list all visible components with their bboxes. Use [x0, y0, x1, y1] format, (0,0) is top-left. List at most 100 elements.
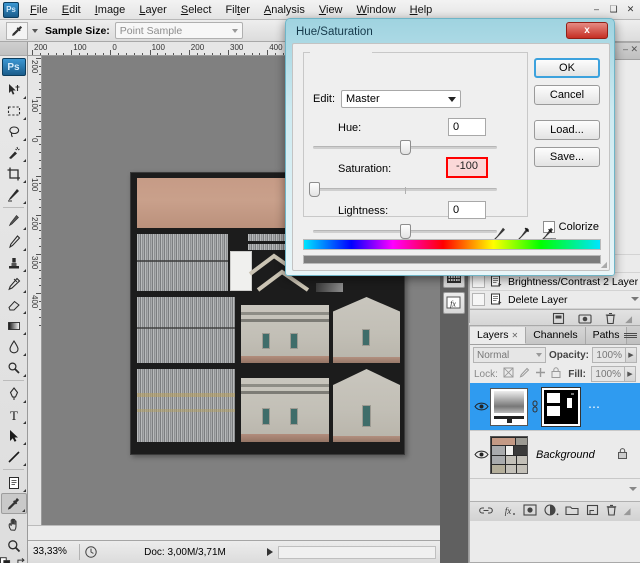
hand-tool[interactable] — [1, 514, 27, 535]
history-scroll-down-icon[interactable] — [631, 297, 639, 301]
tool-preset-arrow-icon[interactable] — [32, 29, 38, 33]
dialog-resize-grip[interactable]: ◢ — [601, 260, 607, 269]
lock-all-icon[interactable] — [551, 367, 561, 381]
menu-window[interactable]: Window — [350, 2, 403, 18]
saturation-value-field[interactable]: -100 — [446, 157, 488, 178]
actions-panel-icon[interactable]: fx — [443, 292, 465, 314]
layer-name-background[interactable]: Background — [528, 449, 617, 461]
lasso-tool[interactable] — [1, 121, 27, 142]
status-menu-arrow-icon[interactable] — [267, 548, 273, 556]
opacity-stepper[interactable]: ▶ — [626, 347, 637, 363]
menu-layer[interactable]: Layer — [132, 2, 174, 18]
canvas-horizontal-scrollbar[interactable] — [28, 525, 440, 540]
layers-panel-resize-grip[interactable]: ◢ — [624, 506, 631, 517]
lock-image-pixels-icon[interactable] — [519, 367, 530, 381]
cancel-button[interactable]: Cancel — [534, 85, 600, 105]
zoom-level[interactable]: 33,33% — [28, 544, 80, 560]
status-spare-scrollbar[interactable] — [278, 546, 436, 559]
menu-analysis[interactable]: Analysis — [257, 2, 312, 18]
eyedropper-icon[interactable] — [6, 22, 28, 40]
history-brush-tool[interactable] — [1, 273, 27, 294]
line-tool[interactable] — [1, 446, 27, 467]
layer-thumbnail[interactable] — [490, 388, 528, 426]
toolbox-drag-handle[interactable] — [0, 42, 27, 56]
load-button[interactable]: Load... — [534, 120, 600, 140]
opacity-value[interactable]: 100% — [592, 347, 626, 363]
dodge-tool[interactable] — [1, 357, 27, 378]
layer-row-adjustment[interactable]: ⋯ — [470, 383, 640, 431]
tab-paths[interactable]: Paths — [586, 327, 628, 344]
layer-mask-thumbnail[interactable] — [542, 388, 580, 426]
close-icon[interactable]: ✕ — [512, 331, 519, 340]
brush-tool[interactable] — [1, 231, 27, 252]
vertical-ruler[interactable]: 2001000100200300400 — [28, 56, 42, 540]
pen-tool[interactable] — [1, 383, 27, 404]
notes-tool[interactable] — [1, 472, 27, 493]
saturation-slider-track[interactable] — [313, 188, 497, 191]
rectangular-marquee-tool[interactable] — [1, 100, 27, 121]
menu-view[interactable]: View — [312, 2, 350, 18]
layers-scroll-down-icon[interactable] — [629, 487, 637, 491]
layer-visibility-icon[interactable] — [472, 401, 490, 412]
layer-style-icon[interactable]: fx — [500, 504, 516, 519]
history-panel-window-controls[interactable]: – ✕ — [623, 44, 638, 55]
sample-size-select[interactable]: Point Sample — [115, 22, 243, 39]
hue-value-field[interactable]: 0 — [448, 118, 486, 136]
layer-row-background[interactable]: Background — [470, 431, 640, 479]
menu-image[interactable]: Image — [88, 2, 133, 18]
menu-help[interactable]: Help — [403, 2, 440, 18]
fill-value[interactable]: 100% — [591, 366, 625, 382]
slice-tool[interactable] — [1, 184, 27, 205]
layer-visibility-icon[interactable] — [472, 449, 490, 460]
lock-position-icon[interactable] — [535, 367, 546, 381]
layer-thumbnail[interactable] — [490, 436, 528, 474]
gradient-tool[interactable] — [1, 315, 27, 336]
hue-saturation-dialog[interactable]: Hue/Saturation x Edit: Master Hue: 0 Sat… — [285, 18, 615, 276]
lightness-slider-knob[interactable] — [400, 224, 411, 239]
tab-layers[interactable]: Layers✕ — [470, 327, 526, 344]
path-selection-tool[interactable] — [1, 425, 27, 446]
eraser-tool[interactable] — [1, 294, 27, 315]
clone-stamp-tool[interactable] — [1, 252, 27, 273]
healing-brush-tool[interactable] — [1, 210, 27, 231]
swap-colors-icon[interactable] — [16, 557, 27, 563]
default-colors-icon[interactable] — [0, 557, 12, 563]
history-panel-resize-grip[interactable]: ◢ — [625, 314, 632, 325]
magic-wand-tool[interactable] — [1, 142, 27, 163]
layer-mask-link-icon[interactable] — [530, 400, 540, 413]
dialog-close-button[interactable]: x — [566, 22, 608, 39]
edit-channel-select[interactable]: Master — [341, 90, 461, 108]
layers-panel-menu-icon[interactable] — [624, 329, 637, 341]
eyedropper-tool[interactable] — [1, 493, 27, 514]
move-tool[interactable] — [1, 79, 27, 100]
history-snapshot-checkbox[interactable] — [472, 293, 485, 306]
new-layer-icon[interactable] — [586, 504, 599, 519]
hue-slider-knob[interactable] — [400, 140, 411, 155]
close-button[interactable]: ✕ — [623, 2, 638, 16]
crop-tool[interactable] — [1, 163, 27, 184]
save-button[interactable]: Save... — [534, 147, 600, 167]
menu-file[interactable]: File — [23, 2, 55, 18]
history-snapshot-checkbox[interactable] — [472, 275, 485, 288]
new-adjustment-layer-icon[interactable] — [544, 504, 559, 519]
minimize-button[interactable]: – — [589, 2, 604, 16]
restore-button[interactable]: ❑ — [606, 2, 621, 16]
link-layers-icon[interactable] — [479, 505, 493, 519]
new-group-icon[interactable] — [565, 504, 579, 519]
history-row[interactable]: Delete Layer — [470, 291, 640, 309]
ok-button[interactable]: OK — [534, 58, 600, 78]
tab-channels[interactable]: Channels — [526, 327, 585, 344]
menu-filter[interactable]: Filter — [218, 2, 256, 18]
blend-mode-select[interactable]: Normal — [473, 347, 546, 363]
add-layer-mask-icon[interactable] — [523, 504, 537, 519]
delete-layer-icon[interactable] — [606, 504, 617, 519]
saturation-slider-knob[interactable] — [309, 182, 320, 197]
zoom-tool[interactable] — [1, 535, 27, 556]
menu-edit[interactable]: Edit — [55, 2, 88, 18]
blur-tool[interactable] — [1, 336, 27, 357]
fill-stepper[interactable]: ▶ — [625, 366, 636, 382]
lightness-value-field[interactable]: 0 — [448, 201, 486, 219]
type-tool[interactable]: T — [1, 404, 27, 425]
lock-transparent-pixels-icon[interactable] — [503, 367, 514, 381]
menu-select[interactable]: Select — [174, 2, 219, 18]
